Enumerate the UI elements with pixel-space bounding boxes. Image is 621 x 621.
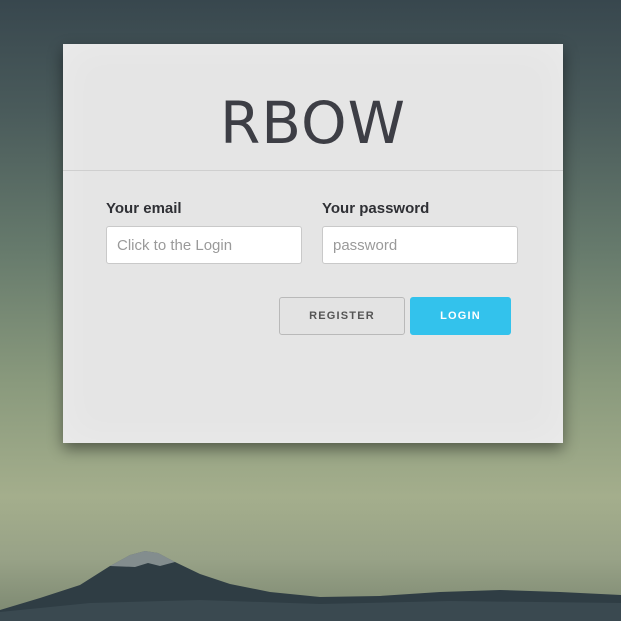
login-button[interactable]: LOGIN [410,297,511,335]
password-field-group: Your password [322,200,518,264]
email-field[interactable] [106,226,302,264]
app-title: RBOW [219,89,407,157]
login-card: RBOW Your email Your password REGISTER L… [63,44,563,443]
email-label: Your email [106,200,182,217]
register-button[interactable]: REGISTER [279,297,405,335]
card-header: RBOW [63,44,563,171]
password-field[interactable] [322,226,518,264]
email-field-group: Your email [106,200,302,264]
password-label: Your password [322,200,430,217]
